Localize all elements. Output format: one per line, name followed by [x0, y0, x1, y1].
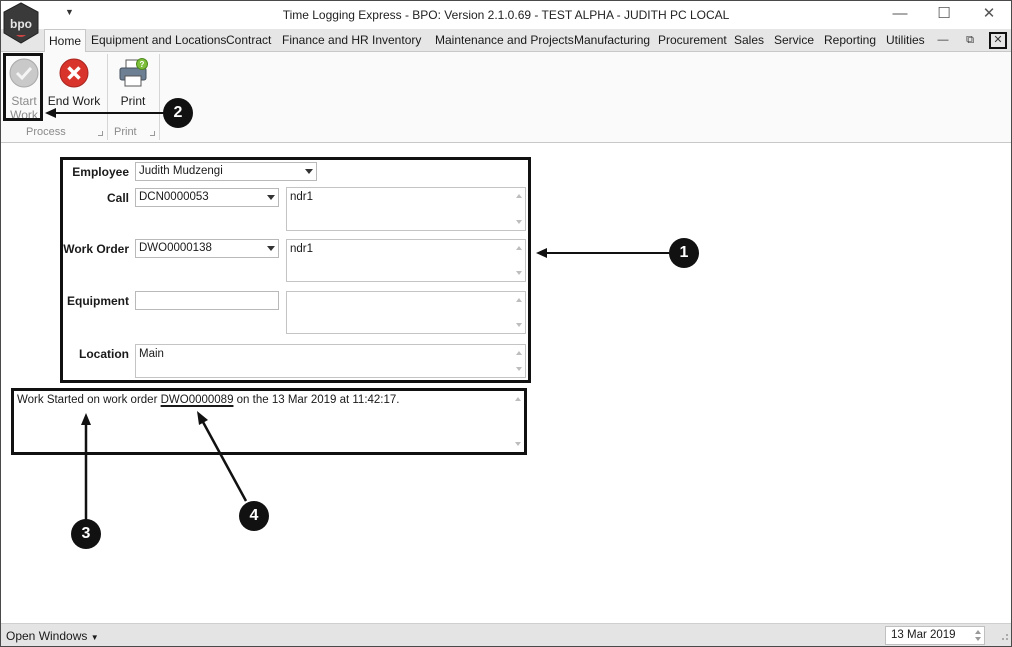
callout-badge-4: 4: [239, 501, 269, 531]
equipment-label: Equipment: [67, 294, 129, 308]
group-launcher-icon[interactable]: [150, 131, 155, 136]
scroll-up-icon[interactable]: [516, 298, 522, 302]
date-value: 13 Mar 2019: [891, 629, 956, 641]
ribbon-group-separator: [159, 54, 160, 140]
scroll-down-icon[interactable]: [515, 442, 521, 446]
print-label: Print: [120, 94, 146, 108]
scroll-down-icon[interactable]: [516, 367, 522, 371]
spin-down-icon[interactable]: [975, 637, 981, 641]
work-order-label: Work Order: [63, 242, 129, 256]
close-icon[interactable]: ✕: [978, 4, 1000, 24]
mdi-minimize-icon[interactable]: —: [934, 32, 952, 49]
callout-badge-1: 1: [669, 238, 699, 268]
tab-home[interactable]: Home: [44, 29, 87, 53]
group-label-print: Print: [114, 126, 137, 138]
work-status-message-box[interactable]: Work Started on work order DWO0000089 on…: [11, 388, 527, 455]
employee-label: Employee: [72, 165, 129, 179]
scroll-up-icon[interactable]: [516, 194, 522, 198]
location-memo[interactable]: Main: [135, 344, 526, 378]
tab-service[interactable]: Service: [774, 33, 814, 47]
call-description-memo[interactable]: ndr1: [286, 187, 526, 231]
scroll-up-icon[interactable]: [516, 246, 522, 250]
tab-inventory[interactable]: Inventory: [372, 33, 421, 47]
mdi-close-icon[interactable]: ✕: [989, 32, 1007, 49]
employee-combo[interactable]: Judith Mudzengi: [135, 162, 317, 181]
chevron-down-icon: ▼: [90, 633, 99, 642]
ribbon-group-separator: [107, 54, 108, 140]
printer-icon: ?: [119, 58, 148, 87]
tab-procurement[interactable]: Procurement: [658, 33, 727, 47]
call-description: ndr1: [290, 191, 314, 203]
chevron-down-icon[interactable]: [267, 246, 275, 251]
svg-text:?: ?: [140, 60, 145, 69]
work-order-value: DWO0000138: [139, 242, 212, 254]
message-prefix: Work Started on work order: [17, 394, 161, 406]
date-field[interactable]: 13 Mar 2019: [885, 626, 985, 645]
callout-badge-3: 3: [71, 519, 101, 549]
tab-manufacturing[interactable]: Manufacturing: [574, 33, 650, 47]
work-order-combo[interactable]: DWO0000138: [135, 239, 279, 258]
scroll-down-icon[interactable]: [516, 323, 522, 327]
end-work-button[interactable]: End Work: [47, 54, 101, 120]
end-work-label: End Work: [47, 94, 101, 108]
chevron-down-icon[interactable]: [305, 169, 313, 174]
scroll-down-icon[interactable]: [516, 271, 522, 275]
message-suffix: on the 13 Mar 2019 at 11:42:17.: [233, 394, 400, 406]
location-label: Location: [79, 347, 129, 361]
tab-contract[interactable]: Contract: [226, 33, 271, 47]
resize-grip-icon[interactable]: [999, 631, 1009, 641]
cancel-circle-icon: [59, 58, 89, 88]
window-title: Time Logging Express - BPO: Version 2.1.…: [282, 8, 730, 22]
print-button[interactable]: ? Print: [112, 54, 154, 120]
tab-finance-and-hr[interactable]: Finance and HR: [282, 33, 369, 47]
tab-reporting[interactable]: Reporting: [824, 33, 876, 47]
chevron-down-icon[interactable]: [267, 195, 275, 200]
spin-up-icon[interactable]: [975, 630, 981, 634]
equipment-description-memo[interactable]: [286, 291, 526, 334]
group-launcher-icon[interactable]: [98, 131, 103, 136]
tab-sales[interactable]: Sales: [734, 33, 764, 47]
minimize-icon[interactable]: —: [889, 4, 911, 24]
tab-maintenance-and-projects[interactable]: Maintenance and Projects: [435, 33, 574, 47]
call-combo[interactable]: DCN0000053: [135, 188, 279, 207]
employee-value: Judith Mudzengi: [139, 165, 223, 177]
call-label: Call: [106, 191, 129, 205]
work-order-description: ndr1: [290, 243, 314, 255]
ribbon: Start Work End Work ? Print Process Prin…: [1, 52, 1011, 143]
equipment-input[interactable]: [135, 291, 279, 310]
open-windows-label: Open Windows: [6, 629, 88, 643]
scroll-up-icon[interactable]: [516, 351, 522, 355]
start-work-highlight: [3, 53, 43, 121]
call-value: DCN0000053: [139, 191, 209, 203]
open-windows-menu[interactable]: Open Windows ▼: [6, 629, 99, 643]
menu-tab-strip: Home Equipment and Locations Contract Fi…: [1, 29, 1011, 53]
tab-utilities[interactable]: Utilities: [886, 33, 925, 47]
scroll-down-icon[interactable]: [516, 220, 522, 224]
title-bar: ▼ Time Logging Express - BPO: Version 2.…: [1, 1, 1011, 29]
status-bar: Open Windows ▼ 13 Mar 2019: [1, 623, 1011, 646]
scroll-up-icon[interactable]: [515, 397, 521, 401]
logo-text: bpo: [10, 17, 32, 31]
work-order-description-memo[interactable]: ndr1: [286, 239, 526, 282]
location-value: Main: [139, 348, 164, 360]
callout-badge-2: 2: [163, 98, 193, 128]
group-label-process: Process: [26, 126, 66, 138]
maximize-icon[interactable]: ☐: [933, 4, 955, 24]
tab-equipment-and-locations[interactable]: Equipment and Locations: [91, 33, 226, 47]
message-work-order-link[interactable]: DWO0000089: [161, 394, 234, 406]
bpo-logo: bpo: [3, 2, 39, 44]
mdi-restore-icon[interactable]: ⧉: [961, 32, 979, 49]
